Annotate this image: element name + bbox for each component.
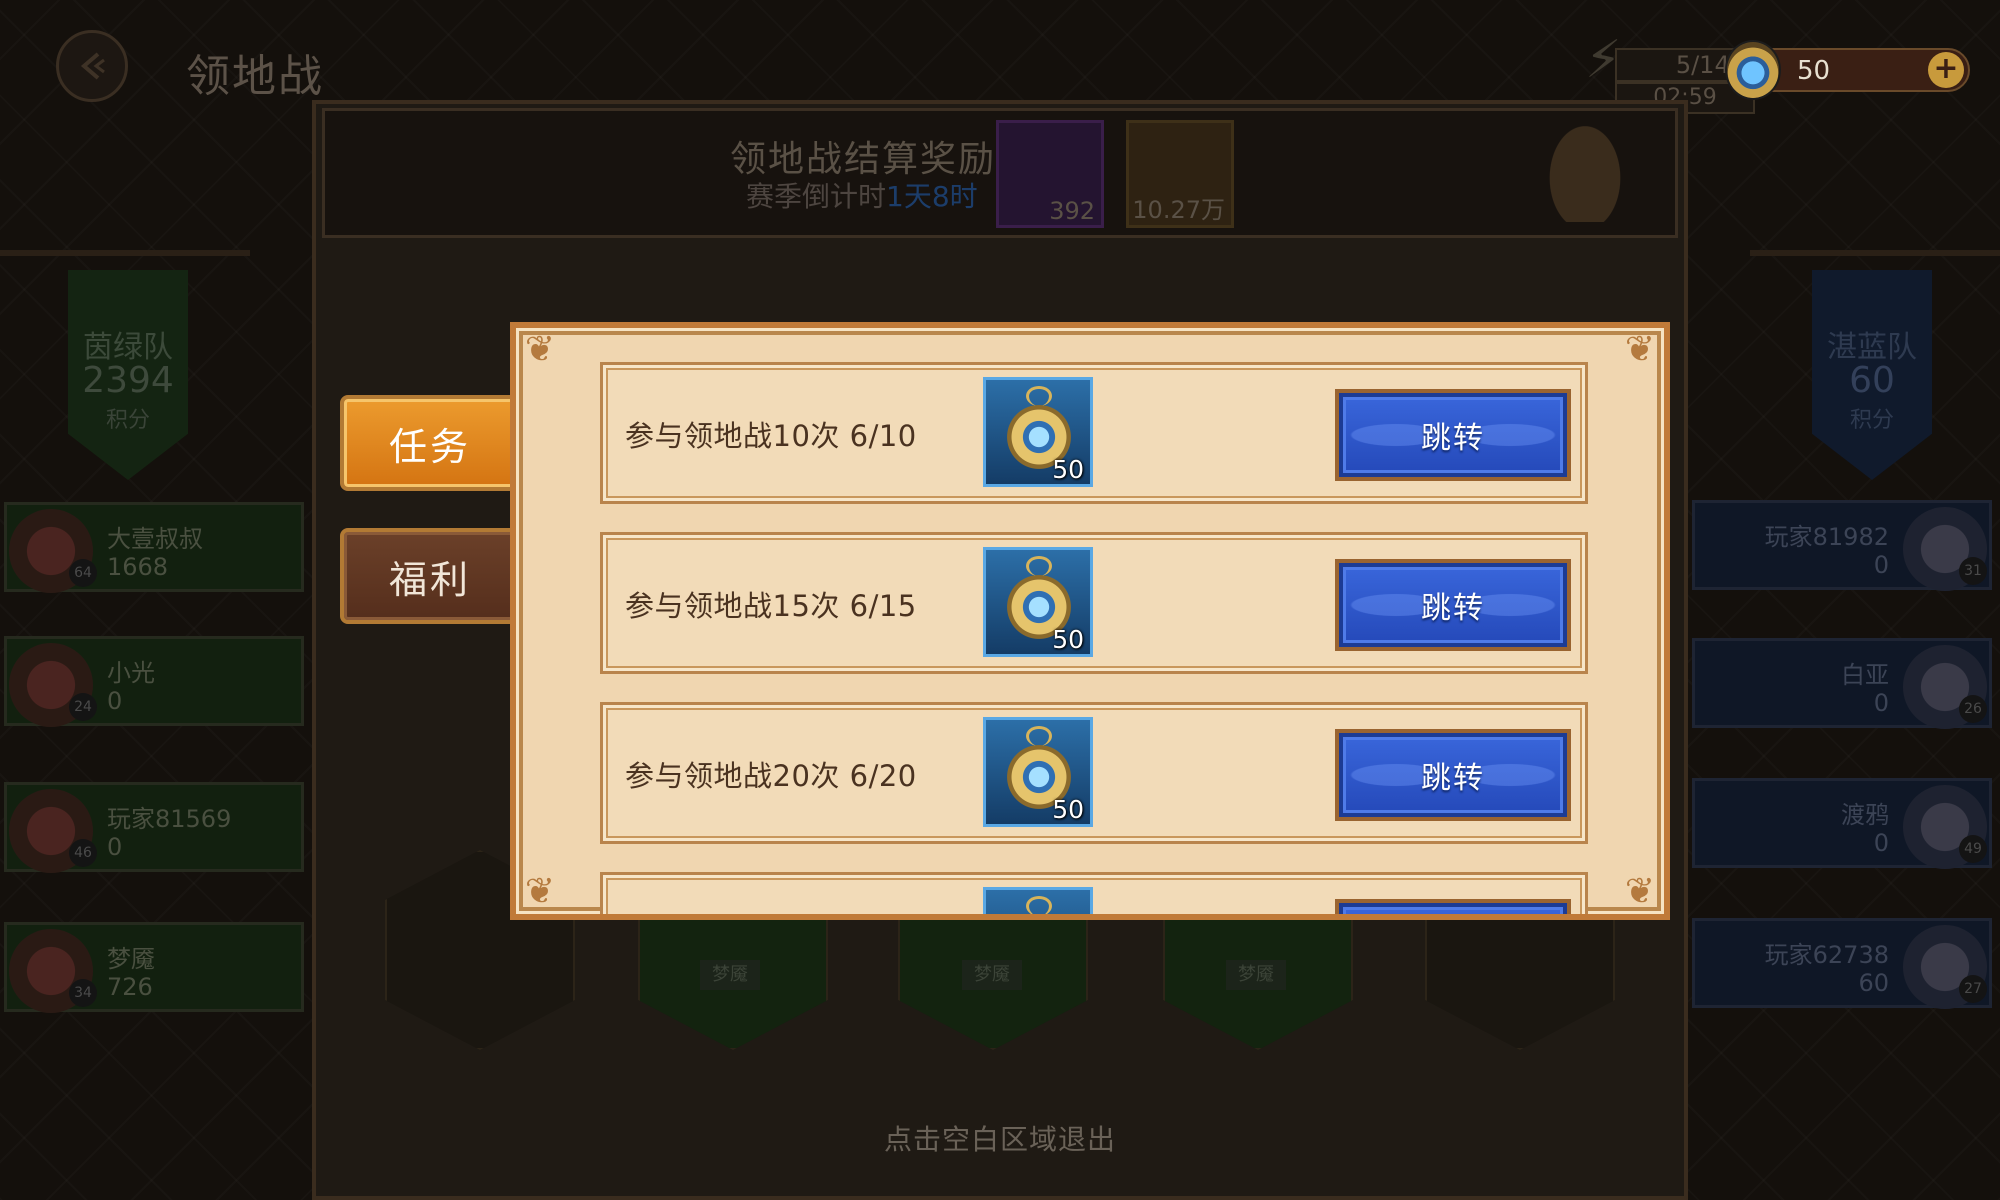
- team-score: 60: [1849, 360, 1895, 401]
- player-level: 49: [1959, 835, 1987, 863]
- jump-button[interactable]: 跳转: [1335, 389, 1571, 481]
- territory-owner-label: 梦魇: [962, 960, 1022, 990]
- player-level: 34: [69, 979, 97, 1007]
- season-countdown: 赛季倒计时1天8时: [746, 175, 978, 215]
- pocket-watch-currency-icon: [1725, 40, 1781, 100]
- jump-button[interactable]: [1335, 899, 1571, 914]
- player-name: 白亚: [1841, 661, 1889, 689]
- settlement-reward-gem[interactable]: 392: [996, 120, 1104, 228]
- player-card[interactable]: 49 渡鸦 0: [1692, 778, 1992, 869]
- player-level: 46: [69, 839, 97, 867]
- player-card[interactable]: 34 梦魇 726: [4, 922, 304, 1013]
- reward-quantity: 50: [1052, 455, 1084, 484]
- task-row: 参与领地战20次 6/20 50 跳转: [600, 702, 1588, 844]
- team-score-unit: 积分: [105, 408, 150, 433]
- task-row: 参与领地战10次 6/10 50 跳转: [600, 362, 1588, 504]
- player-level: 31: [1959, 557, 1987, 585]
- player-card[interactable]: 31 玩家81982 0: [1692, 500, 1992, 591]
- player-card[interactable]: 64 大壹叔叔 1668: [4, 502, 304, 593]
- task-description: 参与领地战20次 6/20: [625, 759, 917, 793]
- player-card[interactable]: 46 玩家81569 0: [4, 782, 304, 873]
- player-score: 0: [1873, 689, 1889, 717]
- currency-value: 50: [1797, 56, 1831, 86]
- task-row: 参与领地战15次 6/15 50 跳转: [600, 532, 1588, 674]
- task-row-partial: [600, 872, 1588, 914]
- reward-count: 10.27万: [1132, 196, 1225, 224]
- player-name: 玩家81982: [1764, 523, 1889, 551]
- player-level: 24: [69, 693, 97, 721]
- team-score: 2394: [82, 360, 174, 401]
- pocket-watch-reward-icon[interactable]: 50: [983, 717, 1093, 827]
- reward-quantity: 50: [1052, 795, 1084, 824]
- pocket-watch-reward-icon[interactable]: 50: [983, 547, 1093, 657]
- player-score: 60: [1858, 969, 1889, 997]
- player-name: 玩家62738: [1764, 941, 1889, 969]
- pocket-watch-reward-icon[interactable]: 50: [983, 377, 1093, 487]
- pocket-watch-reward-icon[interactable]: [983, 887, 1093, 914]
- player-name: 渡鸦: [1841, 801, 1889, 829]
- back-button[interactable]: [56, 30, 128, 102]
- territory-owner-label: 梦魇: [1226, 960, 1286, 990]
- exit-hint[interactable]: 点击空白区域退出: [0, 1118, 2000, 1158]
- player-score: 0: [1873, 829, 1889, 857]
- season-time: 1天8时: [886, 180, 978, 213]
- corner-ornament-icon: ❦: [1624, 871, 1656, 912]
- tab-welfare[interactable]: 福利: [340, 528, 520, 624]
- player-card[interactable]: 24 小光 0: [4, 636, 304, 727]
- reward-count: 392: [1049, 197, 1095, 225]
- tab-tasks[interactable]: 任务: [340, 395, 520, 491]
- page-title: 领地战: [186, 51, 324, 102]
- player-name: 小光: [107, 659, 155, 687]
- task-panel: ❦ ❦ ❦ ❦ 参与领地战10次 6/10 50 跳转 参与领地战15次 6/1…: [510, 322, 1670, 920]
- player-score: 0: [107, 687, 123, 715]
- jump-button[interactable]: 跳转: [1335, 559, 1571, 651]
- reward-bag-icon: [1540, 112, 1630, 222]
- player-level: 64: [69, 559, 97, 587]
- watch-face: [1004, 912, 1074, 914]
- player-level: 27: [1959, 975, 1987, 1003]
- add-currency-button[interactable]: +: [1928, 52, 1964, 88]
- back-arrow-icon: [80, 52, 105, 80]
- player-score: 1668: [107, 553, 169, 581]
- season-label: 赛季倒计时: [746, 180, 887, 213]
- territory-owner-label: 梦魇: [700, 960, 760, 990]
- corner-ornament-icon: ❦: [1624, 329, 1656, 370]
- player-card[interactable]: 27 玩家62738 60: [1692, 918, 1992, 1009]
- player-name: 梦魇: [107, 945, 155, 973]
- reward-quantity: 50: [1052, 625, 1084, 654]
- player-score: 726: [107, 973, 153, 1001]
- player-level: 26: [1959, 695, 1987, 723]
- corner-ornament-icon: ❦: [524, 871, 556, 912]
- jump-button[interactable]: 跳转: [1335, 729, 1571, 821]
- player-card[interactable]: 26 白亚 0: [1692, 638, 1992, 729]
- player-score: 0: [1873, 551, 1889, 579]
- settlement-reward-coin[interactable]: 10.27万: [1126, 120, 1234, 228]
- corner-ornament-icon: ❦: [524, 329, 556, 370]
- player-name: 大壹叔叔: [107, 525, 203, 553]
- task-description: 参与领地战15次 6/15: [625, 589, 917, 623]
- player-name: 玩家81569: [107, 805, 232, 833]
- task-description: 参与领地战10次 6/10: [625, 419, 917, 453]
- team-score-unit: 积分: [1849, 408, 1894, 433]
- player-score: 0: [107, 833, 123, 861]
